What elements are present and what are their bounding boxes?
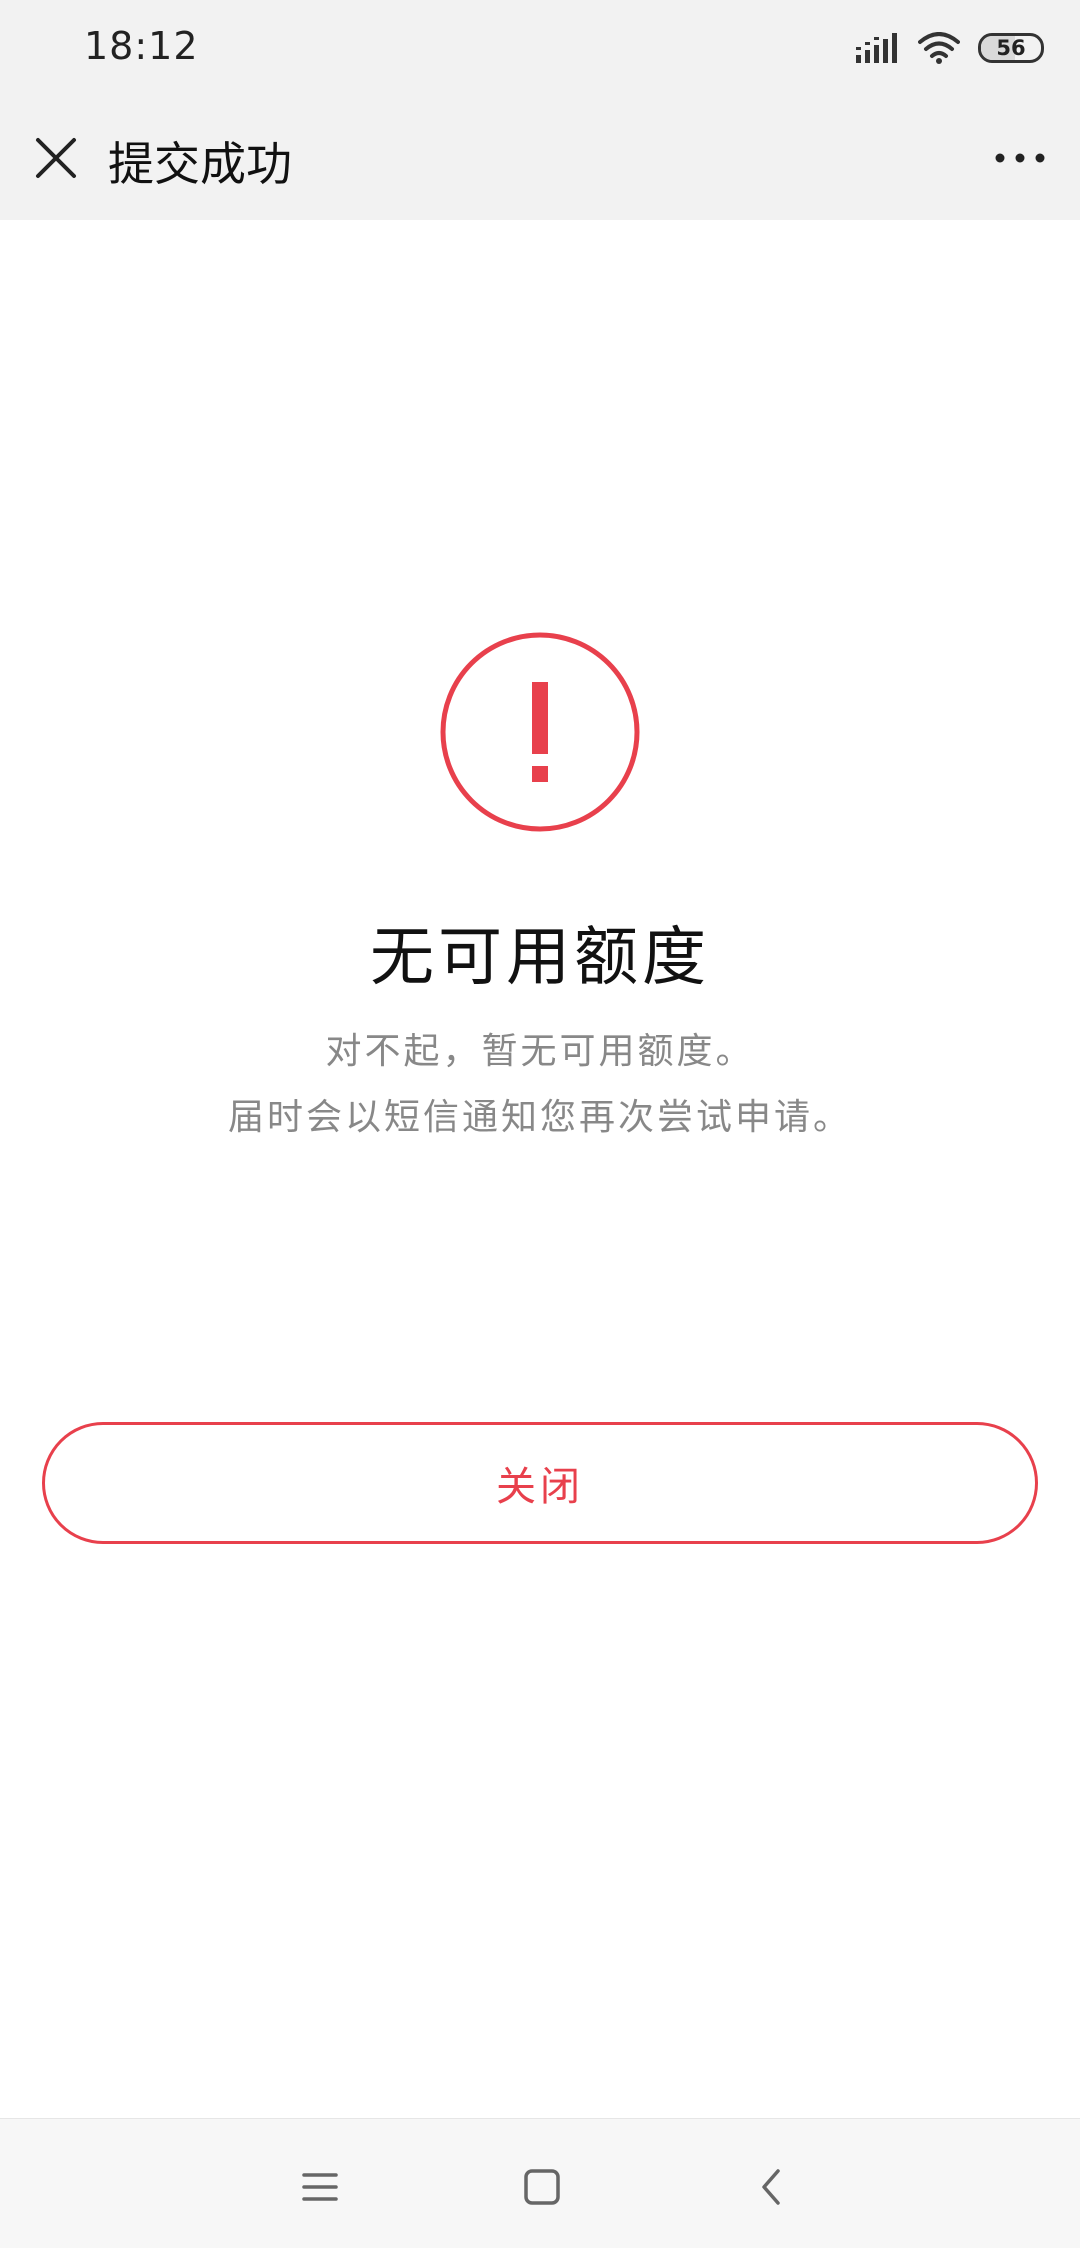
close-icon[interactable] [30, 132, 82, 184]
status-bar: 18:12 56 [0, 0, 1080, 96]
back-icon[interactable] [744, 2159, 800, 2215]
signal-icon [856, 33, 897, 63]
result-description-line2: 届时会以短信通知您再次尝试申请。 [227, 1097, 852, 1138]
home-icon[interactable] [514, 2159, 570, 2215]
close-button[interactable]: 关闭 [42, 1422, 1038, 1544]
menu-icon[interactable] [292, 2159, 348, 2215]
result-title: 无可用额度 [370, 921, 710, 995]
status-icons: 56 [856, 28, 1044, 68]
navigation-bar [0, 2118, 1080, 2248]
wifi-icon [918, 32, 960, 64]
screen: 18:12 56 提交成功 无可用额度 对不起，暂无可用额度。 届时会以短信通知… [0, 0, 1080, 2248]
page-title: 提交成功 [108, 137, 292, 191]
exclamation-circle-icon [440, 632, 640, 832]
more-options-icon[interactable] [988, 134, 1052, 182]
result-description-line1: 对不起，暂无可用额度。 [325, 1031, 755, 1072]
battery-icon: 56 [978, 33, 1044, 63]
title-bar: 提交成功 [0, 96, 1080, 220]
status-time: 18:12 [84, 24, 199, 68]
battery-level: 56 [996, 36, 1026, 60]
